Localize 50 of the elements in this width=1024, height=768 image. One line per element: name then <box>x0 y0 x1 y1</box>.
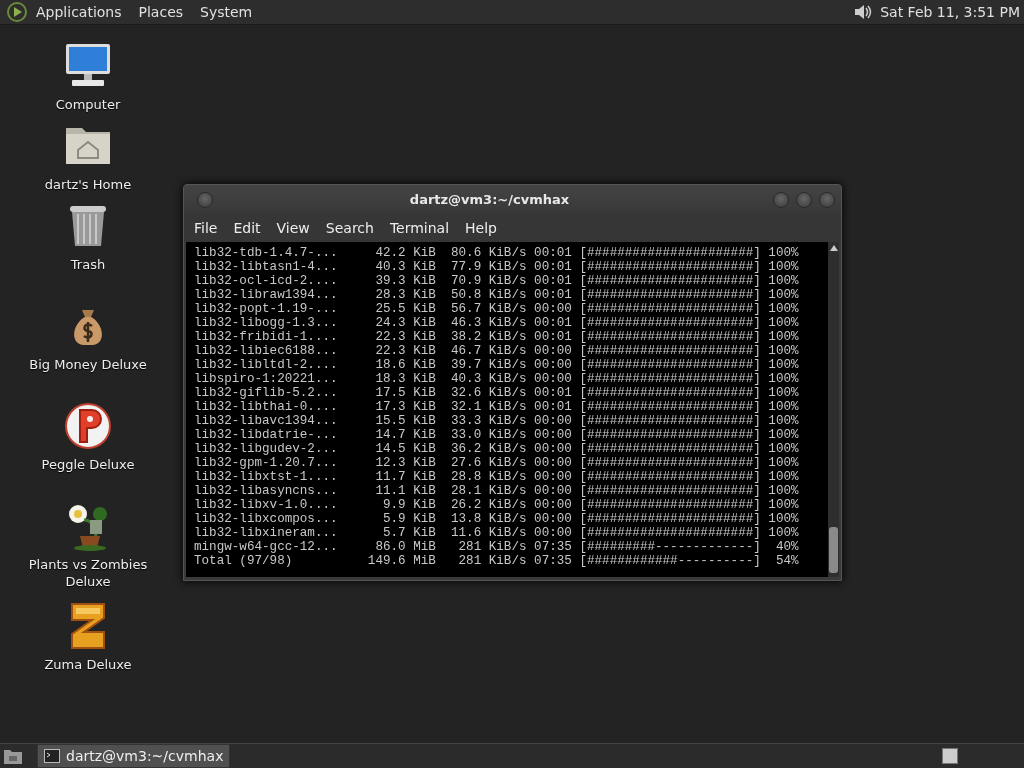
menu-item[interactable]: View <box>270 220 320 236</box>
terminal-line: lib32-libltdl-2.... 18.6 KiB 39.7 KiB/s 00:00 [######################] 100% <box>194 358 799 372</box>
terminal-line: lib32-ocl-icd-2.... 39.3 KiB 70.9 KiB/s 00:01 [######################] 100% <box>194 274 799 288</box>
ball-icon[interactable] <box>62 400 114 452</box>
terminal-line: lib32-libxtst-1.... 11.7 KiB 28.8 KiB/s 00:00 [######################] 100% <box>194 470 799 484</box>
menu-logo-icon[interactable] <box>6 1 28 23</box>
desktop-icon-label[interactable]: Peggle Deluxe <box>28 456 148 473</box>
menu-item[interactable]: Help <box>459 220 507 236</box>
workspace-switcher[interactable] <box>942 748 958 764</box>
scrollbar[interactable] <box>828 242 839 577</box>
terminal-line: lib32-libiec6188... 22.3 KiB 46.7 KiB/s 00:00 [######################] 100% <box>194 344 799 358</box>
terminal-line: lib32-gpm-1.20.7... 12.3 KiB 27.6 KiB/s 00:00 [######################] 100% <box>194 456 799 470</box>
desktop-icon-label[interactable]: Trash <box>28 256 148 273</box>
desktop-icon-label[interactable]: Plants vs Zombies Deluxe <box>28 556 148 590</box>
desktop-icon-label[interactable]: Big Money Deluxe <box>28 356 148 373</box>
terminal-line: lib32-libogg-1.3... 24.3 KiB 46.3 KiB/s 00:01 [######################] 100% <box>194 316 799 330</box>
terminal-line: lib32-libasyncns... 11.1 KiB 28.1 KiB/s 00:00 [######################] 100% <box>194 484 799 498</box>
scroll-up-icon[interactable] <box>829 245 838 251</box>
scrollbar-thumb[interactable] <box>829 527 838 573</box>
desktop-icon-label[interactable]: Computer <box>28 96 148 113</box>
terminal-line: lib32-libxcompos... 5.9 KiB 13.8 KiB/s 00:00 [######################] 100% <box>194 512 799 526</box>
menu-item[interactable]: Search <box>319 220 384 236</box>
show-desktop-icon[interactable] <box>3 747 23 765</box>
menu-item[interactable]: Terminal <box>383 220 460 236</box>
panel-menu[interactable]: Applications <box>28 4 131 20</box>
taskbar-button[interactable]: dartz@vm3:~/cvmhax <box>37 744 231 768</box>
terminal-line: lib32-popt-1.19-... 25.5 KiB 56.7 KiB/s 00:00 [######################] 100% <box>194 302 799 316</box>
menu-item[interactable]: File <box>188 220 228 236</box>
desktop-icon-label[interactable]: dartz's Home <box>28 176 148 193</box>
terminal-line: lib32-libgudev-2... 14.5 KiB 36.2 KiB/s 00:00 [######################] 100% <box>194 442 799 456</box>
terminal-line: lib32-libraw1394... 28.3 KiB 50.8 KiB/s 00:01 [######################] 100% <box>194 288 799 302</box>
terminal-line: Total (97/98) 149.6 MiB 281 KiB/s 07:35 [############----------] 54% <box>194 554 799 568</box>
terminal-icon <box>44 749 60 763</box>
terminal-line: lib32-libtasn1-4... 40.3 KiB 77.9 KiB/s 00:01 [######################] 100% <box>194 260 799 274</box>
terminal-line: lib32-libthai-0.... 17.3 KiB 32.1 KiB/s 00:01 [######################] 100% <box>194 400 799 414</box>
desktop-icon-label[interactable]: Zuma Deluxe <box>28 656 148 673</box>
terminal-line: libspiro-1:20221... 18.3 KiB 40.3 KiB/s 00:00 [######################] 100% <box>194 372 799 386</box>
terminal-line: lib32-libxineram... 5.7 KiB 11.6 KiB/s 00:00 [######################] 100% <box>194 526 799 540</box>
terminal-line: lib32-libdatrie-... 14.7 KiB 33.0 KiB/s 00:00 [######################] 100% <box>194 428 799 442</box>
panel-menu[interactable]: System <box>192 4 262 20</box>
terminal-line: lib32-libxv-1.0.... 9.9 KiB 26.2 KiB/s 00:00 [######################] 100% <box>194 498 799 512</box>
terminal-line: mingw-w64-gcc-12... 86.0 MiB 281 KiB/s 07:35 [#########-------------] 40% <box>194 540 799 554</box>
menu-item[interactable]: Edit <box>227 220 271 236</box>
panel-menu[interactable]: Places <box>130 4 193 20</box>
clock[interactable]: Sat Feb 11, 3:51 PM <box>874 4 1024 20</box>
terminal-line: lib32-fribidi-1.... 22.3 KiB 38.2 KiB/s 00:01 [######################] 100% <box>194 330 799 344</box>
terminal-line: lib32-giflib-5.2... 17.5 KiB 32.6 KiB/s 00:01 [######################] 100% <box>194 386 799 400</box>
terminal-line: lib32-libavc1394... 15.5 KiB 33.3 KiB/s 00:00 [######################] 100% <box>194 414 799 428</box>
terminal-line: lib32-tdb-1.4.7-... 42.2 KiB 80.6 KiB/s 00:01 [######################] 100% <box>194 246 799 260</box>
window-title: dartz@vm3:~/cvmhax <box>408 192 571 207</box>
